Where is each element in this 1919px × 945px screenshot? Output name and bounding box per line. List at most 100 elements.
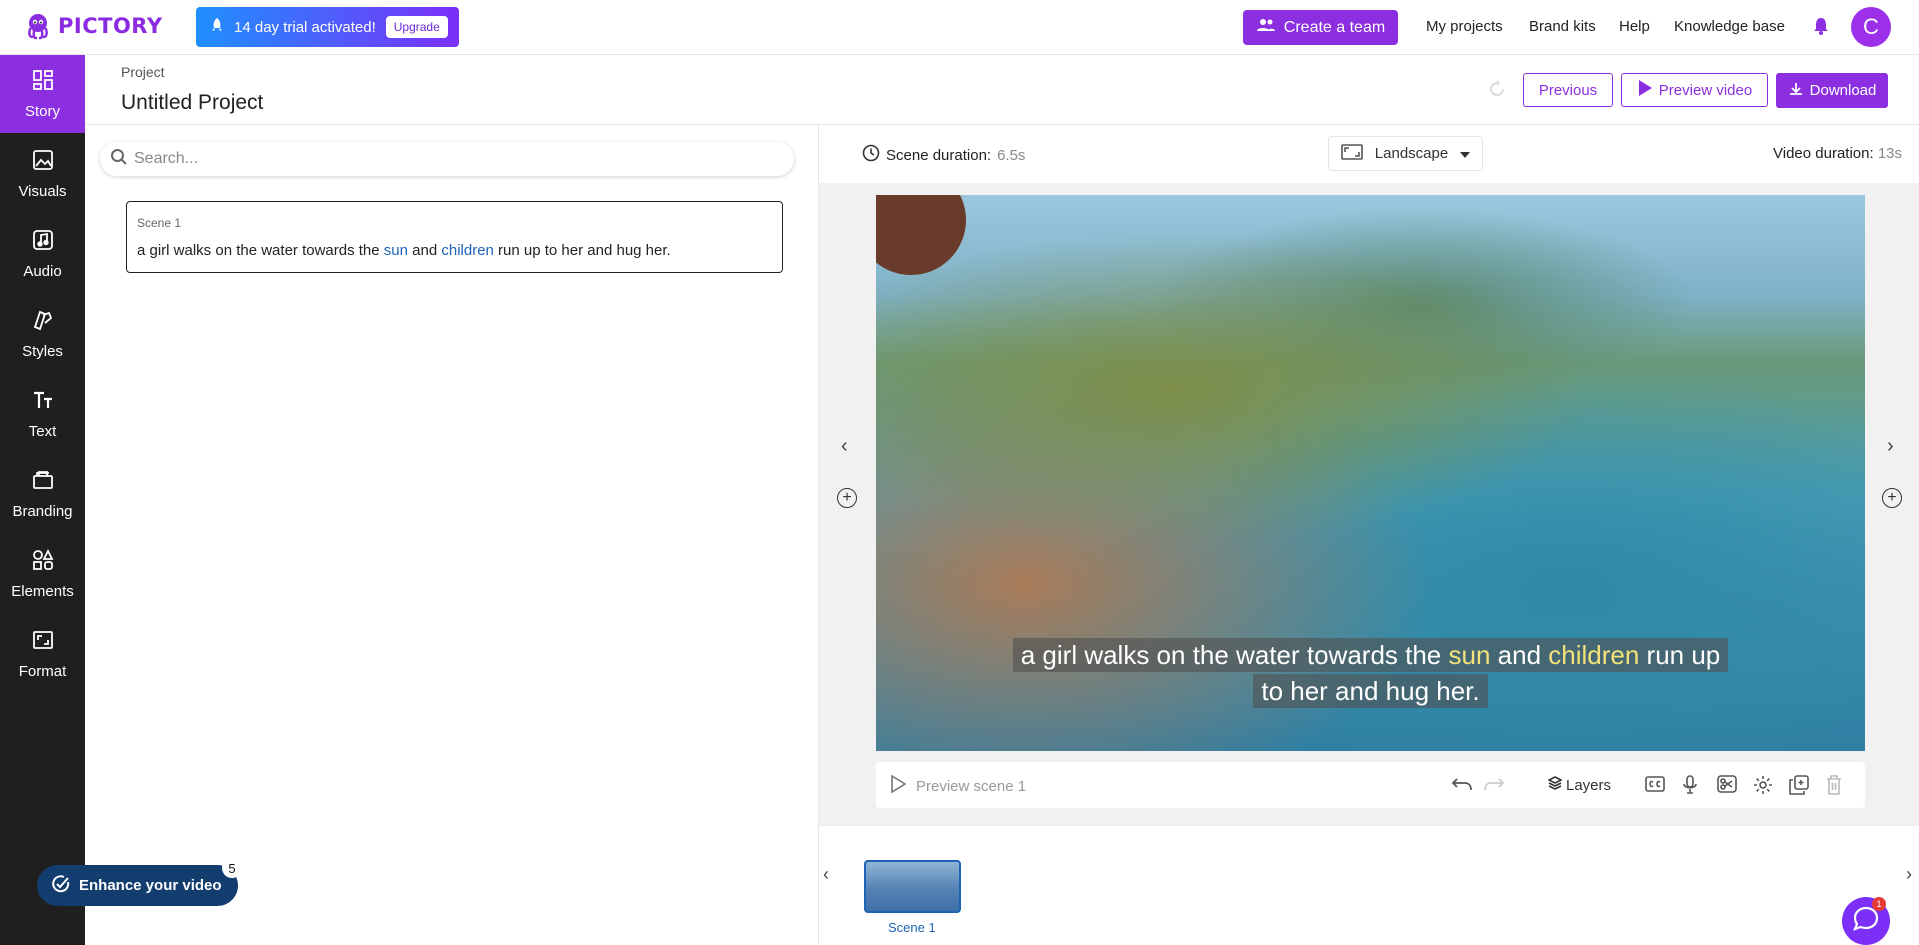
- check-circle-icon: [51, 874, 71, 898]
- duplicate-icon[interactable]: [1789, 775, 1809, 800]
- landscape-icon: [1340, 143, 1363, 164]
- story-grid-icon: [32, 69, 54, 95]
- download-button[interactable]: Download: [1776, 73, 1888, 108]
- enhance-label: Enhance your video: [79, 877, 222, 894]
- scene-card-text[interactable]: a girl walks on the water towards the su…: [137, 242, 772, 259]
- video-duration-label: Video duration:: [1773, 145, 1874, 162]
- video-caption-line-2[interactable]: to her and hug her.: [876, 674, 1865, 708]
- sidebar-item-styles[interactable]: Styles: [0, 295, 85, 373]
- caret-down-icon: [1460, 145, 1471, 162]
- trial-message: 14 day trial activated!: [234, 18, 376, 36]
- trash-icon[interactable]: [1826, 775, 1842, 800]
- download-icon: [1788, 81, 1804, 101]
- undo-icon[interactable]: [1451, 775, 1473, 798]
- create-team-label: Create a team: [1283, 18, 1386, 36]
- sidebar-item-audio[interactable]: Audio: [0, 215, 85, 293]
- preview-scene-label: Preview scene 1: [916, 777, 1027, 795]
- scene-thumbnail-label[interactable]: Scene 1: [888, 920, 936, 935]
- preview-scene-button[interactable]: Preview scene 1: [890, 774, 1027, 797]
- image-icon: [32, 149, 54, 175]
- sidebar-item-label: Styles: [22, 342, 63, 360]
- layers-button[interactable]: Layers: [1547, 776, 1612, 794]
- video-caption-line-1[interactable]: a girl walks on the water towards the su…: [876, 638, 1865, 672]
- octopus-icon: [28, 14, 48, 40]
- project-title[interactable]: Untitled Project: [121, 91, 263, 115]
- orientation-value: Landscape: [1374, 145, 1449, 162]
- enhance-video-button[interactable]: Enhance your video: [37, 865, 238, 906]
- settings-gear-icon[interactable]: [1753, 775, 1773, 800]
- chat-notification-badge: 1: [1872, 897, 1886, 911]
- sidebar-item-elements[interactable]: Elements: [0, 535, 85, 613]
- nav-knowledge-base[interactable]: Knowledge base: [1674, 18, 1785, 35]
- next-scene-arrow-icon[interactable]: ›: [1887, 435, 1894, 458]
- layers-icon: [1547, 776, 1563, 794]
- sidebar-item-label: Elements: [11, 582, 74, 600]
- search-input[interactable]: [134, 150, 754, 168]
- enhance-count-badge: 5: [222, 858, 242, 878]
- sidebar-item-visuals[interactable]: Visuals: [0, 135, 85, 213]
- sidebar-item-label: Story: [24, 102, 60, 120]
- header-divider: [85, 124, 1919, 125]
- sidebar-item-format[interactable]: Format: [0, 615, 85, 693]
- caption-highlight: sun: [1448, 640, 1491, 670]
- format-icon: [32, 629, 54, 655]
- sidebar-item-label: Audio: [23, 262, 62, 280]
- sidebar-item-label: Visuals: [18, 182, 67, 200]
- pictory-logo[interactable]: PICTORY: [24, 12, 163, 40]
- microphone-icon[interactable]: [1682, 775, 1698, 800]
- sidebar-item-text[interactable]: Text: [0, 375, 85, 453]
- highlight-word[interactable]: children: [441, 242, 494, 259]
- nav-my-projects[interactable]: My projects: [1426, 18, 1503, 35]
- sidebar-item-story[interactable]: Story: [0, 55, 85, 133]
- timeline: [819, 825, 1919, 945]
- video-preview[interactable]: a girl walks on the water towards the su…: [876, 195, 1865, 751]
- video-duration: Video duration: 13s: [1773, 145, 1902, 162]
- clock-icon: [862, 144, 880, 166]
- previous-label: Previous: [1538, 81, 1598, 99]
- caption-highlight: children: [1548, 640, 1640, 670]
- create-team-button[interactable]: Create a team: [1243, 10, 1398, 45]
- video-foreground-blur: [876, 195, 966, 275]
- previous-scene-arrow-icon[interactable]: ‹: [841, 435, 848, 458]
- timeline-left-arrow-icon[interactable]: ‹: [823, 864, 829, 885]
- scene-text-part: and: [407, 242, 442, 259]
- redo-icon[interactable]: [1483, 775, 1505, 798]
- sidebar-item-label: Branding: [12, 502, 73, 520]
- scene-duration-value: 6.5s: [997, 146, 1026, 164]
- scene-card-label: Scene 1: [137, 216, 182, 230]
- bell-icon[interactable]: [1812, 16, 1830, 41]
- sidebar-item-label: Format: [18, 662, 67, 680]
- brand-name: PICTORY: [58, 14, 163, 38]
- scene-text-part: a girl walks on the water towards the: [137, 242, 384, 259]
- video-duration-value: 13s: [1877, 145, 1902, 162]
- play-outline-icon: [890, 774, 907, 797]
- sidebar-item-branding[interactable]: Branding: [0, 455, 85, 533]
- preview-video-button[interactable]: Preview video: [1621, 73, 1768, 107]
- search-box[interactable]: [100, 142, 794, 176]
- avatar[interactable]: C: [1851, 7, 1891, 47]
- scene-thumbnail[interactable]: [864, 860, 961, 913]
- orientation-select[interactable]: Landscape: [1328, 136, 1483, 171]
- upgrade-button[interactable]: Upgrade: [385, 16, 448, 38]
- scene-duration-label: Scene duration:: [886, 146, 992, 164]
- scissors-icon[interactable]: [1717, 775, 1737, 798]
- project-label: Project: [121, 64, 165, 80]
- scene-controls-bar: Preview scene 1 Layers: [876, 762, 1865, 808]
- closed-captions-icon[interactable]: [1645, 775, 1665, 798]
- scene-card[interactable]: Scene 1 a girl walks on the water toward…: [126, 201, 783, 273]
- play-icon: [1637, 79, 1653, 101]
- sidebar: Story Visuals Audio Styles Text Branding…: [0, 55, 85, 945]
- nav-help[interactable]: Help: [1619, 18, 1650, 35]
- timeline-right-arrow-icon[interactable]: ›: [1906, 864, 1912, 885]
- previous-button[interactable]: Previous: [1523, 73, 1613, 107]
- briefcase-icon: [32, 469, 54, 495]
- caption-text: run up: [1639, 640, 1721, 670]
- scene-text-part: run up to her and hug her.: [493, 242, 671, 259]
- caption-text: and: [1490, 640, 1549, 670]
- highlight-word[interactable]: sun: [384, 242, 408, 259]
- add-scene-after-icon[interactable]: +: [1882, 488, 1902, 508]
- nav-brand-kits[interactable]: Brand kits: [1529, 18, 1596, 35]
- download-label: Download: [1809, 82, 1877, 99]
- layers-label: Layers: [1566, 776, 1612, 794]
- add-scene-before-icon[interactable]: +: [837, 488, 857, 508]
